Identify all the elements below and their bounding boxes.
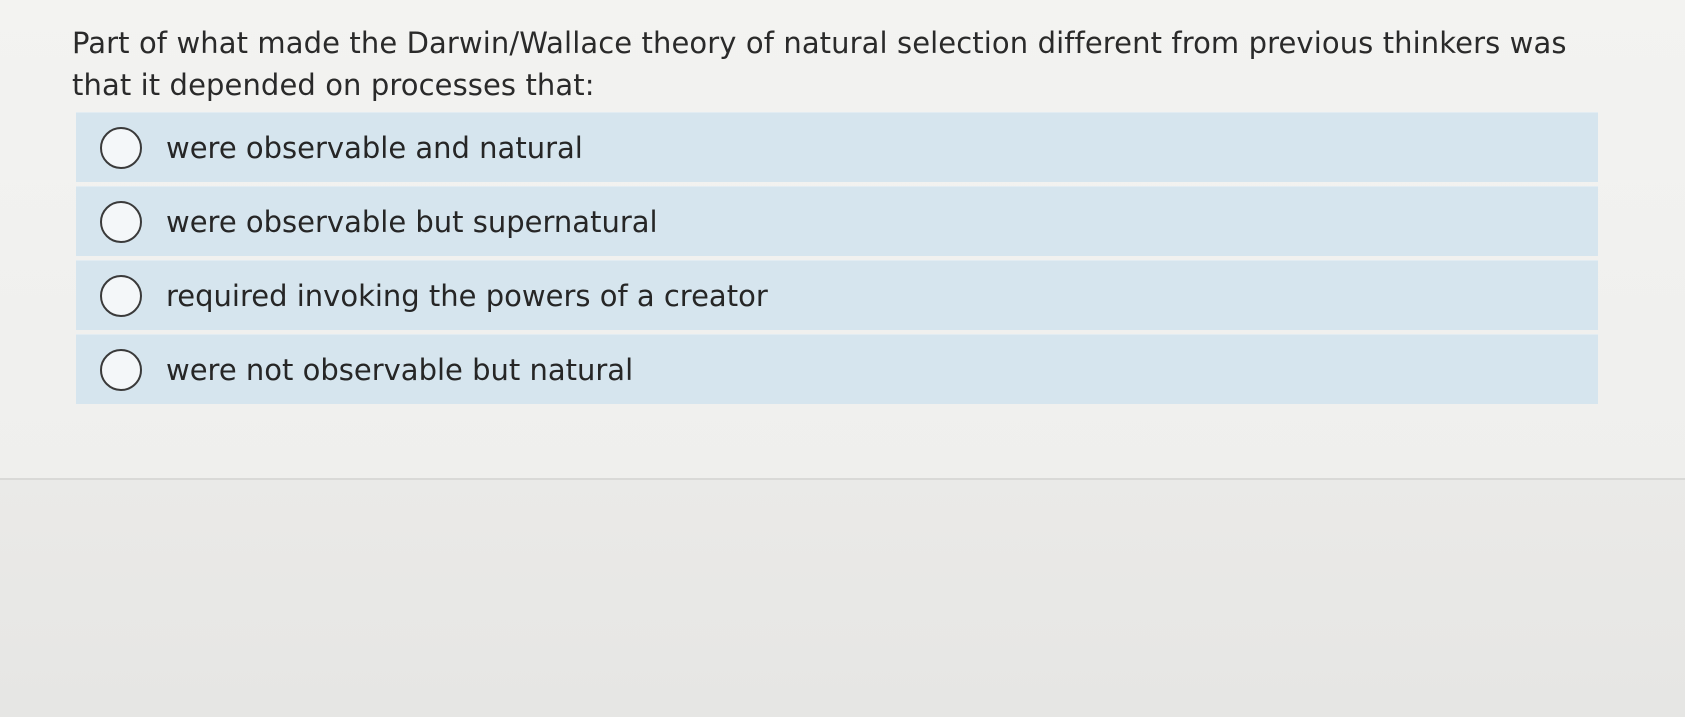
answer-options: were observable and natural were observa… xyxy=(76,112,1598,408)
answer-option-label: were observable and natural xyxy=(166,130,583,165)
question-text: Part of what made the Darwin/Wallace the… xyxy=(72,26,1567,102)
radio-button[interactable] xyxy=(100,348,142,391)
answer-option[interactable]: were not observable but natural xyxy=(76,334,1598,404)
radio-button[interactable] xyxy=(100,274,142,317)
answer-option[interactable]: were observable and natural xyxy=(76,112,1598,182)
answer-option-label: required invoking the powers of a creato… xyxy=(166,278,768,313)
question-panel: Part of what made the Darwin/Wallace the… xyxy=(0,0,1685,480)
screen: Part of what made the Darwin/Wallace the… xyxy=(0,0,1685,717)
answer-option-label: were observable but supernatural xyxy=(166,204,658,239)
answer-option[interactable]: required invoking the powers of a creato… xyxy=(76,260,1598,330)
answer-option[interactable]: were observable but supernatural xyxy=(76,186,1598,256)
radio-button[interactable] xyxy=(100,200,142,243)
answer-option-label: were not observable but natural xyxy=(166,352,634,387)
radio-button[interactable] xyxy=(100,126,142,169)
